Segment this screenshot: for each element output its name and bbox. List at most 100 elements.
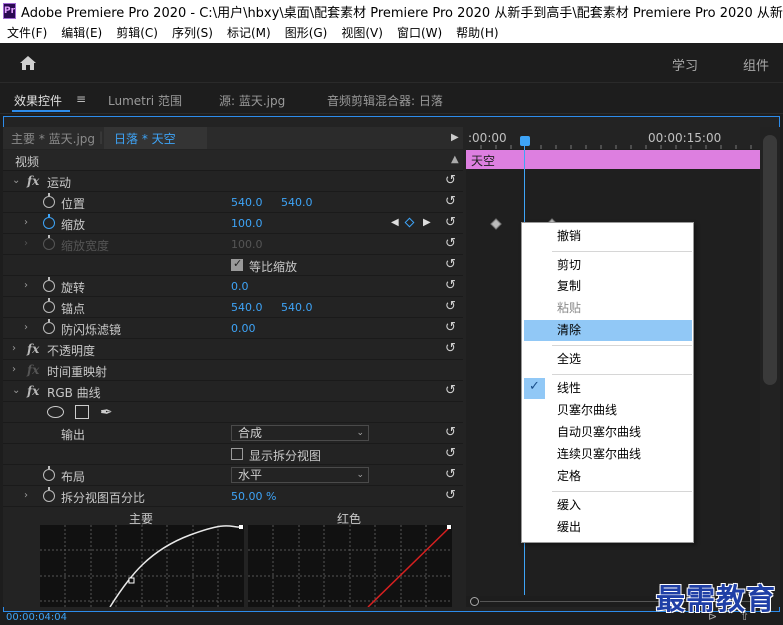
stopwatch-icon[interactable] <box>43 193 55 208</box>
tab-source[interactable]: 源: 蓝天.jpg <box>219 92 285 109</box>
home-icon[interactable] <box>19 55 37 71</box>
menu-item-undo[interactable]: 撤销 <box>524 226 692 247</box>
disclosure-closed-icon[interactable]: › <box>12 343 16 354</box>
disclosure-open-icon[interactable]: ⌄ <box>12 175 20 186</box>
menu-file[interactable]: 文件(F) <box>0 24 54 41</box>
effect-opacity[interactable]: › fx 不透明度 ↺ <box>3 339 463 360</box>
disclosure-closed-icon[interactable]: › <box>12 364 16 375</box>
layout-dropdown[interactable]: 水平 ⌄ <box>231 467 369 483</box>
disclosure-open-icon[interactable]: ⌄ <box>12 385 20 396</box>
output-dropdown[interactable]: 合成 ⌄ <box>231 425 369 441</box>
sequence-clip-label[interactable]: 日落 * 天空 <box>114 130 176 147</box>
tab-audio-clip-mixer[interactable]: 音频剪辑混合器: 日落 <box>327 92 443 109</box>
expand-timeline-arrow[interactable]: ▶ <box>451 132 459 143</box>
position-y[interactable]: 540.0 <box>281 196 313 209</box>
position-x[interactable]: 540.0 <box>231 196 263 209</box>
reset-icon[interactable]: ↺ <box>445 194 456 209</box>
uniform-scale-checkbox[interactable] <box>231 257 243 271</box>
scale-value[interactable]: 100.0 <box>231 217 263 230</box>
disclosure-closed-icon[interactable]: › <box>24 322 28 333</box>
property-position: 位置 540.0 540.0 ↺ <box>3 192 463 213</box>
menu-item-ease-out[interactable]: 缓出 <box>524 517 692 538</box>
vertical-scrollbar[interactable] <box>760 127 780 607</box>
property-split-percent: › 拆分视图百分比 50.00 % ↺ <box>3 486 463 507</box>
master-clip-label[interactable]: 主要 * 蓝天.jpg <box>11 130 95 147</box>
disclosure-closed-icon[interactable]: › <box>24 490 28 501</box>
reset-icon[interactable]: ↺ <box>445 425 456 440</box>
fx-icon[interactable]: fx <box>27 384 39 398</box>
tab-effect-controls[interactable]: 效果控件 <box>14 92 62 109</box>
stopwatch-icon[interactable] <box>43 319 55 334</box>
pen-tool-icon[interactable]: ✒ <box>100 403 113 421</box>
reset-icon[interactable]: ↺ <box>445 467 456 482</box>
reset-icon[interactable]: ↺ <box>445 278 456 293</box>
reset-icon[interactable]: ↺ <box>445 446 456 461</box>
menu-view[interactable]: 视图(V) <box>334 24 390 41</box>
menu-sequence[interactable]: 序列(S) <box>165 24 220 41</box>
chevron-down-icon: ⌄ <box>356 470 364 480</box>
fx-icon[interactable]: fx <box>27 174 39 188</box>
effect-motion[interactable]: ⌄ fx 运动 ↺ <box>3 171 463 192</box>
reset-icon[interactable]: ↺ <box>445 488 456 503</box>
fx-icon[interactable]: fx <box>27 342 39 356</box>
stopwatch-icon[interactable] <box>43 298 55 313</box>
reset-icon[interactable]: ↺ <box>445 383 456 398</box>
menu-item-clear[interactable]: 清除 <box>524 320 692 341</box>
menu-item-hold[interactable]: 定格 <box>524 466 692 487</box>
effect-rgb-curves[interactable]: ⌄ fx RGB 曲线 ↺ <box>3 381 463 402</box>
reset-icon[interactable]: ↺ <box>445 236 456 251</box>
reset-icon[interactable]: ↺ <box>445 299 456 314</box>
tab-lumetri-scopes[interactable]: Lumetri 范围 <box>108 92 182 109</box>
show-split-checkbox[interactable] <box>231 448 243 460</box>
menu-item-select-all[interactable]: 全选 <box>524 349 692 370</box>
keyframe-diamond[interactable] <box>490 218 502 230</box>
add-keyframe-icon[interactable] <box>404 217 415 228</box>
menu-item-copy[interactable]: 复制 <box>524 276 692 297</box>
menu-item-continuous-bezier[interactable]: 连续贝塞尔曲线 <box>524 444 692 465</box>
menu-item-auto-bezier[interactable]: 自动贝塞尔曲线 <box>524 422 692 443</box>
disclosure-closed-icon[interactable]: › <box>24 280 28 291</box>
menu-window[interactable]: 窗口(W) <box>390 24 449 41</box>
stopwatch-icon[interactable] <box>43 487 55 502</box>
effect-time-remap[interactable]: › fx 时间重映射 <box>3 360 463 381</box>
timeline-clip[interactable]: 天空 <box>466 150 760 169</box>
reset-icon[interactable]: ↺ <box>445 320 456 335</box>
workspace-learn[interactable]: 学习 <box>672 55 698 74</box>
stopwatch-active-icon[interactable] <box>43 214 55 229</box>
menu-markers[interactable]: 标记(M) <box>220 24 278 41</box>
stopwatch-icon[interactable] <box>43 277 55 292</box>
rotation-value[interactable]: 0.0 <box>231 280 249 293</box>
workspace-assembly[interactable]: 组件 <box>743 55 769 74</box>
prev-keyframe-icon[interactable]: ◀ <box>391 217 399 228</box>
menu-edit[interactable]: 编辑(E) <box>54 24 109 41</box>
anchor-x[interactable]: 540.0 <box>231 301 263 314</box>
ellipse-mask-icon[interactable] <box>47 406 64 418</box>
next-keyframe-icon[interactable]: ▶ <box>423 217 431 228</box>
playhead-handle[interactable] <box>520 136 530 146</box>
menu-item-linear[interactable]: 线性 <box>524 378 692 399</box>
collapse-arrow[interactable]: ▲ <box>451 154 459 165</box>
reset-icon[interactable]: ↺ <box>445 257 456 272</box>
disclosure-closed-icon[interactable]: › <box>24 217 28 228</box>
panel-menu-icon[interactable]: ≡ <box>76 92 86 106</box>
menu-item-cut[interactable]: 剪切 <box>524 255 692 276</box>
rectangle-mask-icon[interactable] <box>75 405 89 419</box>
time-ruler[interactable]: :00:00 00:00:15:00 <box>466 127 760 149</box>
anchor-y[interactable]: 540.0 <box>281 301 313 314</box>
menu-help[interactable]: 帮助(H) <box>449 24 505 41</box>
menu-clip[interactable]: 剪辑(C) <box>109 24 165 41</box>
reset-icon[interactable]: ↺ <box>445 173 456 188</box>
master-curve-graph[interactable] <box>40 525 244 607</box>
menu-item-ease-in[interactable]: 缓入 <box>524 495 692 516</box>
reset-icon[interactable]: ↺ <box>445 215 456 230</box>
current-timecode[interactable]: 00:00:04:04 <box>6 612 67 623</box>
menu-item-bezier[interactable]: 贝塞尔曲线 <box>524 400 692 421</box>
stopwatch-icon[interactable] <box>43 466 55 481</box>
split-percent-value[interactable]: 50.00 % <box>231 490 276 503</box>
zoom-handle[interactable] <box>470 597 479 606</box>
anti-flicker-value[interactable]: 0.00 <box>231 322 256 335</box>
menu-graphics[interactable]: 图形(G) <box>278 24 335 41</box>
reset-icon[interactable]: ↺ <box>445 341 456 356</box>
scrollbar-thumb[interactable] <box>763 135 777 385</box>
red-curve-graph[interactable] <box>248 525 452 607</box>
